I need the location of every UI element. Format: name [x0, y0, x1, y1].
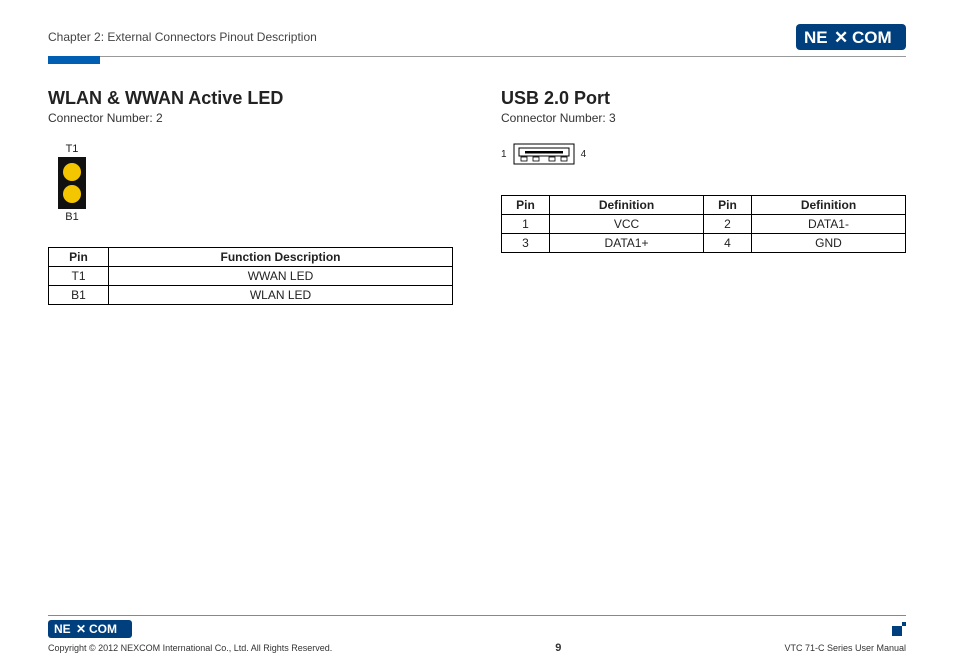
- svg-text:✕: ✕: [834, 28, 849, 47]
- logo-text-right: COM: [89, 622, 117, 636]
- led-bottom-icon: [63, 185, 81, 203]
- svg-text:✕: ✕: [76, 622, 86, 636]
- usb-th-pin2: Pin: [704, 196, 752, 215]
- usb-th-pin1: Pin: [502, 196, 550, 215]
- wlan-connector-number: Connector Number: 2: [48, 111, 453, 125]
- logo-text-left: NE: [54, 622, 71, 636]
- content-area: WLAN & WWAN Active LED Connector Number:…: [48, 88, 906, 305]
- led-housing: [58, 157, 86, 209]
- cell: WWAN LED: [109, 267, 453, 286]
- wlan-th-func: Function Description: [109, 248, 453, 267]
- cell: 1: [502, 215, 550, 234]
- usb-connector-number: Connector Number: 3: [501, 111, 906, 125]
- header-accent-tab: [48, 56, 100, 64]
- cell: B1: [49, 286, 109, 305]
- led-top-icon: [63, 163, 81, 181]
- cell: DATA1-: [752, 215, 906, 234]
- page-header: Chapter 2: External Connectors Pinout De…: [48, 24, 906, 57]
- wlan-pinout-table: Pin Function Description T1 WWAN LED B1 …: [48, 247, 453, 305]
- logo-text-right: COM: [852, 28, 892, 47]
- usb-diagram: 1 4: [501, 143, 906, 165]
- table-row: T1 WWAN LED: [49, 267, 453, 286]
- usb-th-def2: Definition: [752, 196, 906, 215]
- copyright-text: Copyright © 2012 NEXCOM International Co…: [48, 643, 332, 653]
- wlan-title: WLAN & WWAN Active LED: [48, 88, 453, 109]
- manual-name: VTC 71-C Series User Manual: [784, 643, 906, 653]
- nexcom-logo-footer: NE ✕ COM: [48, 620, 132, 638]
- usb-port-icon: [513, 143, 575, 165]
- cell: 2: [704, 215, 752, 234]
- table-row: 3 DATA1+ 4 GND: [502, 234, 906, 253]
- usb-pin-left-label: 1: [501, 149, 507, 160]
- cell: WLAN LED: [109, 286, 453, 305]
- led-diagram: T1 B1: [58, 143, 453, 223]
- cell: VCC: [550, 215, 704, 234]
- usb-th-def1: Definition: [550, 196, 704, 215]
- chapter-title: Chapter 2: External Connectors Pinout De…: [48, 30, 317, 44]
- usb-title: USB 2.0 Port: [501, 88, 906, 109]
- page-footer: NE ✕ COM Copyright © 2012 NEXCOM Interna…: [48, 615, 906, 654]
- wlan-wwan-section: WLAN & WWAN Active LED Connector Number:…: [48, 88, 453, 305]
- table-row: 1 VCC 2 DATA1-: [502, 215, 906, 234]
- usb-section: USB 2.0 Port Connector Number: 3 1 4 Pin…: [501, 88, 906, 305]
- cell: 3: [502, 234, 550, 253]
- table-row: B1 WLAN LED: [49, 286, 453, 305]
- wlan-th-pin: Pin: [49, 248, 109, 267]
- led-label-t1: T1: [58, 143, 86, 155]
- usb-pinout-table: Pin Definition Pin Definition 1 VCC 2 DA…: [501, 195, 906, 253]
- nexcom-logo-header: NE ✕ COM: [796, 24, 906, 50]
- led-label-b1: B1: [58, 211, 86, 223]
- cell: DATA1+: [550, 234, 704, 253]
- cell: T1: [49, 267, 109, 286]
- page-marker-icon: [892, 622, 906, 636]
- cell: GND: [752, 234, 906, 253]
- usb-pin-right-label: 4: [581, 149, 587, 160]
- logo-text-left: NE: [804, 28, 828, 47]
- cell: 4: [704, 234, 752, 253]
- page-number: 9: [555, 642, 561, 654]
